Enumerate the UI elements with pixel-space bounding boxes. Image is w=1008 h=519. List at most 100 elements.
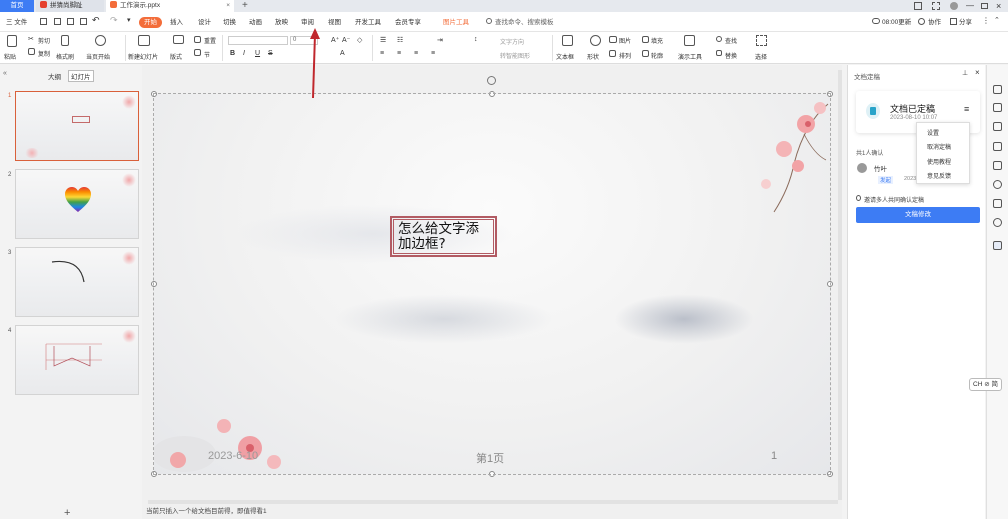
play-icon[interactable] (95, 35, 106, 46)
align-center-button[interactable]: ≡ (397, 50, 401, 57)
resize-handle[interactable] (827, 91, 833, 97)
text-box-icon[interactable] (562, 35, 573, 46)
copy-button[interactable]: 复制 (38, 49, 50, 58)
invite-text[interactable]: 邀请多人共同确认定稿 (864, 195, 924, 204)
rail-copy-icon[interactable] (993, 142, 1002, 151)
section-button[interactable]: 节 (204, 50, 210, 59)
outline-button[interactable]: 轮廓 (651, 51, 663, 60)
reset-button[interactable]: 重置 (204, 36, 216, 45)
rail-help-icon[interactable] (993, 218, 1002, 227)
print-preview-icon[interactable] (80, 18, 87, 25)
menu-design[interactable]: 设计 (198, 17, 211, 28)
modify-document-button[interactable]: 文稿修改 (856, 207, 980, 223)
resize-handle[interactable] (489, 471, 495, 477)
outline-icon[interactable] (642, 50, 649, 57)
replace-button[interactable]: 替换 (725, 51, 737, 60)
tab-document-1[interactable]: 拼猜尚脚趾 (36, 0, 104, 12)
menu-feedback[interactable]: 意见反馈 (927, 171, 951, 180)
undo-icon[interactable]: ↶ (92, 15, 100, 26)
copy-icon[interactable] (28, 48, 35, 55)
format-painter-icon[interactable] (61, 35, 69, 46)
clear-format-button[interactable]: ◇ (357, 36, 362, 44)
new-slide-button[interactable]: 新建幻灯片 (128, 52, 158, 61)
convert-smartart-button[interactable]: 转智能图形 (500, 51, 530, 60)
cut-button[interactable]: 剪切 (38, 36, 50, 45)
file-menu[interactable]: 三 文件 (6, 17, 27, 28)
menu-tutorial[interactable]: 使用教程 (927, 157, 951, 166)
tab-home[interactable]: 首页 (0, 0, 34, 12)
user-avatar[interactable] (950, 2, 958, 10)
menu-cancel-finalize[interactable]: 取消定稿 (927, 142, 951, 151)
pin-icon[interactable]: ⊥ (962, 69, 968, 77)
text-box-button[interactable]: 文本框 (556, 52, 574, 61)
presentation-tools-button[interactable]: 演示工具 (678, 52, 702, 61)
add-slide-button[interactable]: + (64, 507, 70, 519)
minimize-button[interactable]: — (966, 0, 974, 12)
menu-slideshow[interactable]: 放映 (275, 17, 288, 28)
resize-handle[interactable] (151, 471, 157, 477)
find-button[interactable]: 查找 (725, 36, 737, 45)
close-panel-icon[interactable]: × (975, 68, 980, 77)
save-icon[interactable] (40, 18, 47, 25)
picture-button[interactable]: 图片 (619, 36, 631, 45)
collab-icon[interactable] (918, 18, 925, 25)
share-icon[interactable] (950, 18, 957, 25)
print-icon[interactable] (67, 18, 74, 25)
find-icon[interactable] (716, 36, 722, 42)
tab-slides[interactable]: 幻灯片 (68, 70, 94, 82)
font-color-button[interactable]: A (340, 50, 345, 57)
horizontal-scrollbar[interactable] (148, 500, 838, 504)
collapse-panel-icon[interactable]: « (3, 70, 7, 77)
menu-developer[interactable]: 开发工具 (355, 17, 381, 28)
slide-thumbnail-2[interactable] (15, 169, 139, 239)
export-icon[interactable] (54, 18, 61, 25)
paste-icon[interactable] (7, 35, 17, 47)
italic-button[interactable]: I (243, 50, 245, 57)
rail-image-icon[interactable] (993, 199, 1002, 208)
card-menu-icon[interactable]: ≡ (964, 104, 969, 114)
select-icon[interactable] (756, 35, 767, 46)
slide-thumbnail-1[interactable] (15, 91, 139, 161)
presentation-tools-icon[interactable] (684, 35, 695, 46)
resize-handle[interactable] (151, 91, 157, 97)
tab-document-2[interactable]: 工作演示.pptx × (106, 0, 234, 12)
new-slide-icon[interactable] (138, 35, 150, 46)
underline-button[interactable]: U (255, 50, 260, 57)
close-window-button[interactable]: × (996, 0, 1001, 12)
menu-insert[interactable]: 插入 (170, 17, 183, 28)
tab-outline[interactable]: 大纲 (48, 71, 61, 81)
shapes-icon[interactable] (590, 35, 601, 46)
rail-properties-icon[interactable] (993, 85, 1002, 94)
bullets-button[interactable]: ☰ (380, 36, 386, 44)
numbering-button[interactable]: ☷ (397, 36, 403, 44)
resize-handle[interactable] (151, 281, 157, 287)
shapes-button[interactable]: 形状 (587, 52, 599, 61)
play-from-current-button[interactable]: 当页开始 (86, 52, 110, 61)
line-spacing-button[interactable]: ↕ (474, 36, 478, 43)
font-family-select[interactable] (228, 36, 288, 45)
shrink-font-button[interactable]: A⁻ (342, 36, 350, 44)
grid-icon[interactable] (932, 2, 940, 10)
grow-font-button[interactable]: A⁺ (331, 36, 339, 44)
close-tab-icon[interactable]: × (226, 0, 230, 12)
vertical-scrollbar[interactable] (838, 70, 842, 500)
cut-icon[interactable]: ✂ (28, 35, 34, 43)
select-button[interactable]: 选择 (755, 52, 767, 61)
arrange-button[interactable]: 排列 (619, 51, 631, 60)
bold-button[interactable]: B (230, 50, 235, 57)
share-button[interactable]: 分享 (959, 17, 972, 28)
window-layout-icon[interactable] (914, 2, 922, 10)
menu-home[interactable]: 开始 (139, 17, 162, 28)
strikethrough-button[interactable]: S (268, 50, 273, 57)
rotate-handle-icon[interactable] (487, 76, 496, 85)
arrange-icon[interactable] (609, 50, 616, 57)
reset-icon[interactable] (194, 36, 201, 43)
menu-member[interactable]: 会员专享 (395, 17, 421, 28)
format-painter-button[interactable]: 格式刷 (56, 52, 74, 61)
rail-finalize-icon[interactable] (993, 241, 1002, 250)
ime-indicator[interactable]: CH ⊘ 简 (969, 378, 1002, 391)
paste-button[interactable]: 粘贴 (4, 52, 16, 61)
layout-icon[interactable] (173, 35, 184, 44)
cloud-sync-icon[interactable] (872, 18, 880, 24)
rail-comment-icon[interactable] (993, 161, 1002, 170)
